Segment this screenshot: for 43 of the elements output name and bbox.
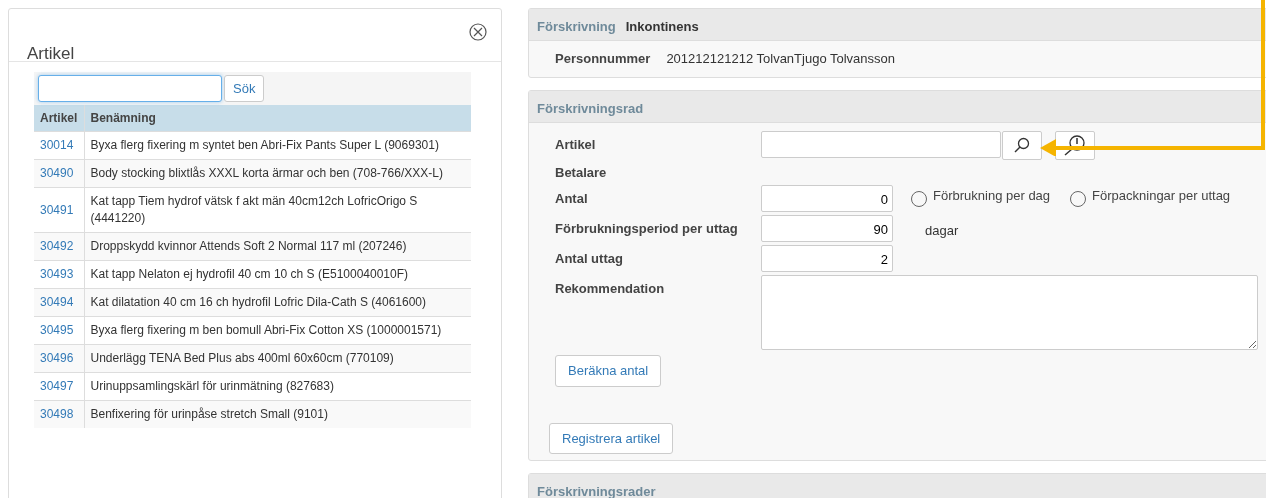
recommendation-field[interactable] <box>761 275 1258 350</box>
table-cell: Underlägg TENA Bed Plus abs 400ml 60x60cm (770109) <box>84 344 471 373</box>
radio-label: Förbrukning per dag <box>933 187 1051 206</box>
radio-option[interactable]: Förpackningar per uttag <box>1070 185 1231 207</box>
section-title: Förskrivningsrad <box>537 100 644 116</box>
number-field[interactable]: 2 <box>761 245 893 272</box>
field-label: Antal <box>555 190 589 208</box>
close-icon[interactable] <box>469 23 487 41</box>
section-title: Inkontinens <box>625 19 699 34</box>
table-cell: Kat dilatation 40 cm 16 ch hydrofil Lofric Dila-Cath S (4061600) <box>84 288 471 317</box>
dialog-title: Artikel <box>27 43 75 65</box>
field-label: Förbrukningsperiod per uttag <box>555 220 739 238</box>
field-label: Antal uttag <box>555 250 624 268</box>
article-link[interactable]: 30014 <box>40 138 74 152</box>
column-header: Artikel <box>34 105 84 132</box>
field-label: Rekommendation <box>555 280 666 298</box>
radio-option[interactable]: Förbrukning per dag <box>911 185 1051 207</box>
number-field[interactable]: 90 <box>761 215 893 242</box>
radio-label: Förpackningar per uttag <box>1092 187 1231 206</box>
article-link[interactable]: 30495 <box>40 323 74 337</box>
section-title: Förskrivningsrader <box>537 484 656 498</box>
field-label: Personnummer <box>555 50 651 66</box>
section-label: Förskrivning <box>537 19 616 34</box>
field-label: Artikel <box>555 135 597 154</box>
register-button[interactable]: Registrera artikel <box>549 422 674 454</box>
magnifier-icon <box>1063 134 1087 156</box>
unit-label: dagar <box>925 222 959 240</box>
search-button[interactable] <box>1002 130 1042 160</box>
table-cell: Body stocking blixtlås XXXL korta ärmar och ben (708-766/XXX-L) <box>84 159 471 188</box>
search-icon <box>1013 136 1031 154</box>
article-link[interactable]: 30491 <box>40 202 74 217</box>
table-cell: Droppskydd kvinnor Attends Soft 2 Normal 117 ml (207246) <box>84 232 471 261</box>
search-button[interactable]: Sök <box>224 75 265 102</box>
search-field[interactable] <box>38 75 222 102</box>
article-link[interactable]: 30497 <box>40 379 74 393</box>
field-value: 201212121212 TolvanTjugo Tolvansson <box>666 51 896 66</box>
article-link[interactable]: 30493 <box>40 267 74 281</box>
table-cell: Benfixering för urinpåse stretch Small (9101) <box>84 400 471 428</box>
column-header: Benämning <box>84 105 471 132</box>
article-field[interactable] <box>761 130 1001 158</box>
number-field[interactable]: 0 <box>761 185 893 212</box>
calculate-button[interactable]: Beräkna antal <box>555 355 662 387</box>
field-label: Betalare <box>555 163 608 182</box>
